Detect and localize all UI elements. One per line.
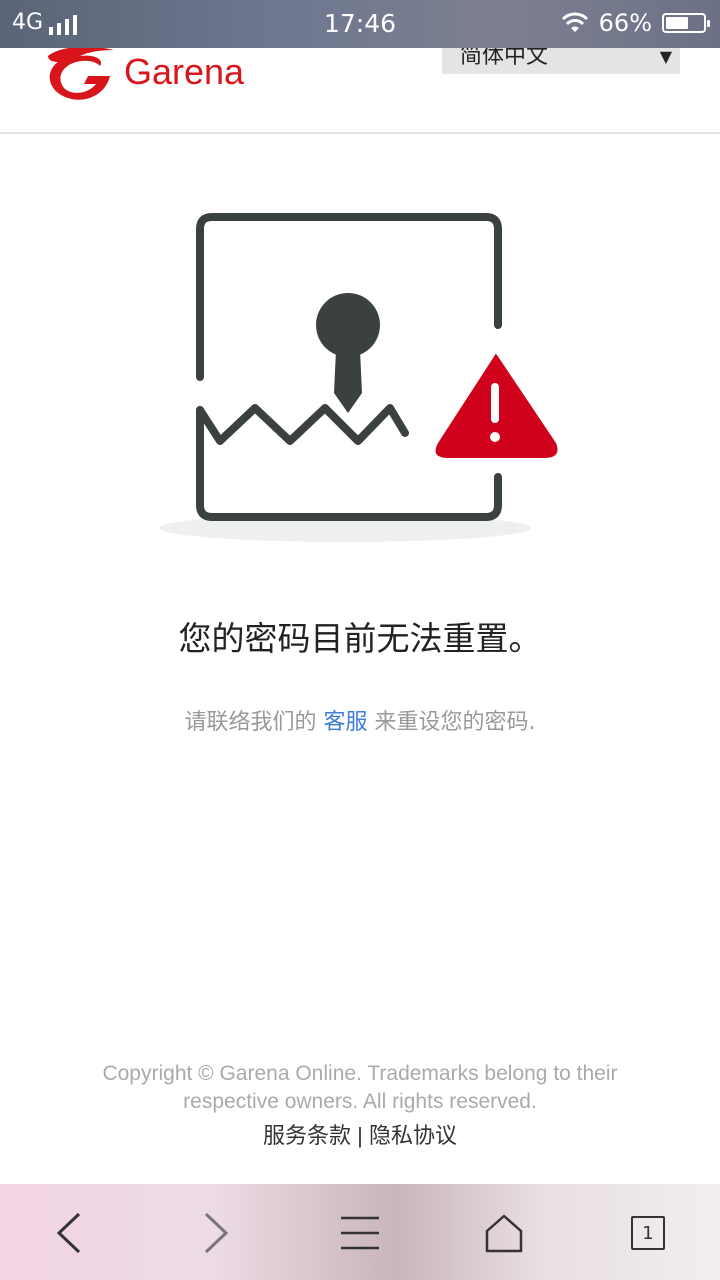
keyhole-icon: [316, 293, 380, 413]
home-button[interactable]: [479, 1208, 529, 1258]
customer-service-link[interactable]: 客服: [324, 710, 368, 735]
error-headline: 您的密码目前无法重置。: [178, 619, 542, 658]
tab-count: 1: [642, 1222, 654, 1244]
chevron-right-icon: [204, 1212, 229, 1254]
home-icon: [485, 1214, 523, 1253]
wifi-icon: [561, 12, 588, 32]
hamburger-menu-icon: [341, 1216, 379, 1250]
battery-percent: 66%: [598, 9, 652, 37]
privacy-policy-link[interactable]: 隐私协议: [369, 1123, 457, 1148]
tab-count-icon: 1: [631, 1216, 665, 1250]
browser-toolbar: 1: [0, 1184, 720, 1280]
help-message: 请联络我们的 客服 来重设您的密码.: [0, 704, 720, 736]
garena-emblem-icon: [48, 46, 114, 100]
copyright-text: Copyright © Garena Online. Trademarks be…: [102, 1062, 618, 1113]
help-message-suffix: 来重设您的密码.: [374, 710, 536, 735]
menu-button[interactable]: [335, 1208, 385, 1258]
page-footer: Copyright © Garena Online. Trademarks be…: [0, 1060, 720, 1150]
tabs-button[interactable]: 1: [623, 1208, 673, 1258]
chevron-left-icon: [56, 1212, 81, 1254]
footer-links: 服务条款 | 隐私协议: [0, 1118, 720, 1150]
terms-of-service-link[interactable]: 服务条款: [263, 1123, 351, 1148]
forward-button[interactable]: [190, 1208, 240, 1258]
battery-icon: [662, 13, 710, 33]
site-header: Garena 简体中文 ▼: [0, 42, 720, 134]
brand-name: Garena: [124, 51, 245, 92]
footer-separator: |: [357, 1123, 363, 1148]
locked-document-illustration: [150, 205, 570, 554]
help-message-prefix: 请联络我们的: [184, 710, 317, 735]
status-bar: 4G 17:46 66%: [0, 0, 720, 48]
garena-logo[interactable]: Garena: [40, 42, 244, 102]
back-button[interactable]: [45, 1208, 95, 1258]
